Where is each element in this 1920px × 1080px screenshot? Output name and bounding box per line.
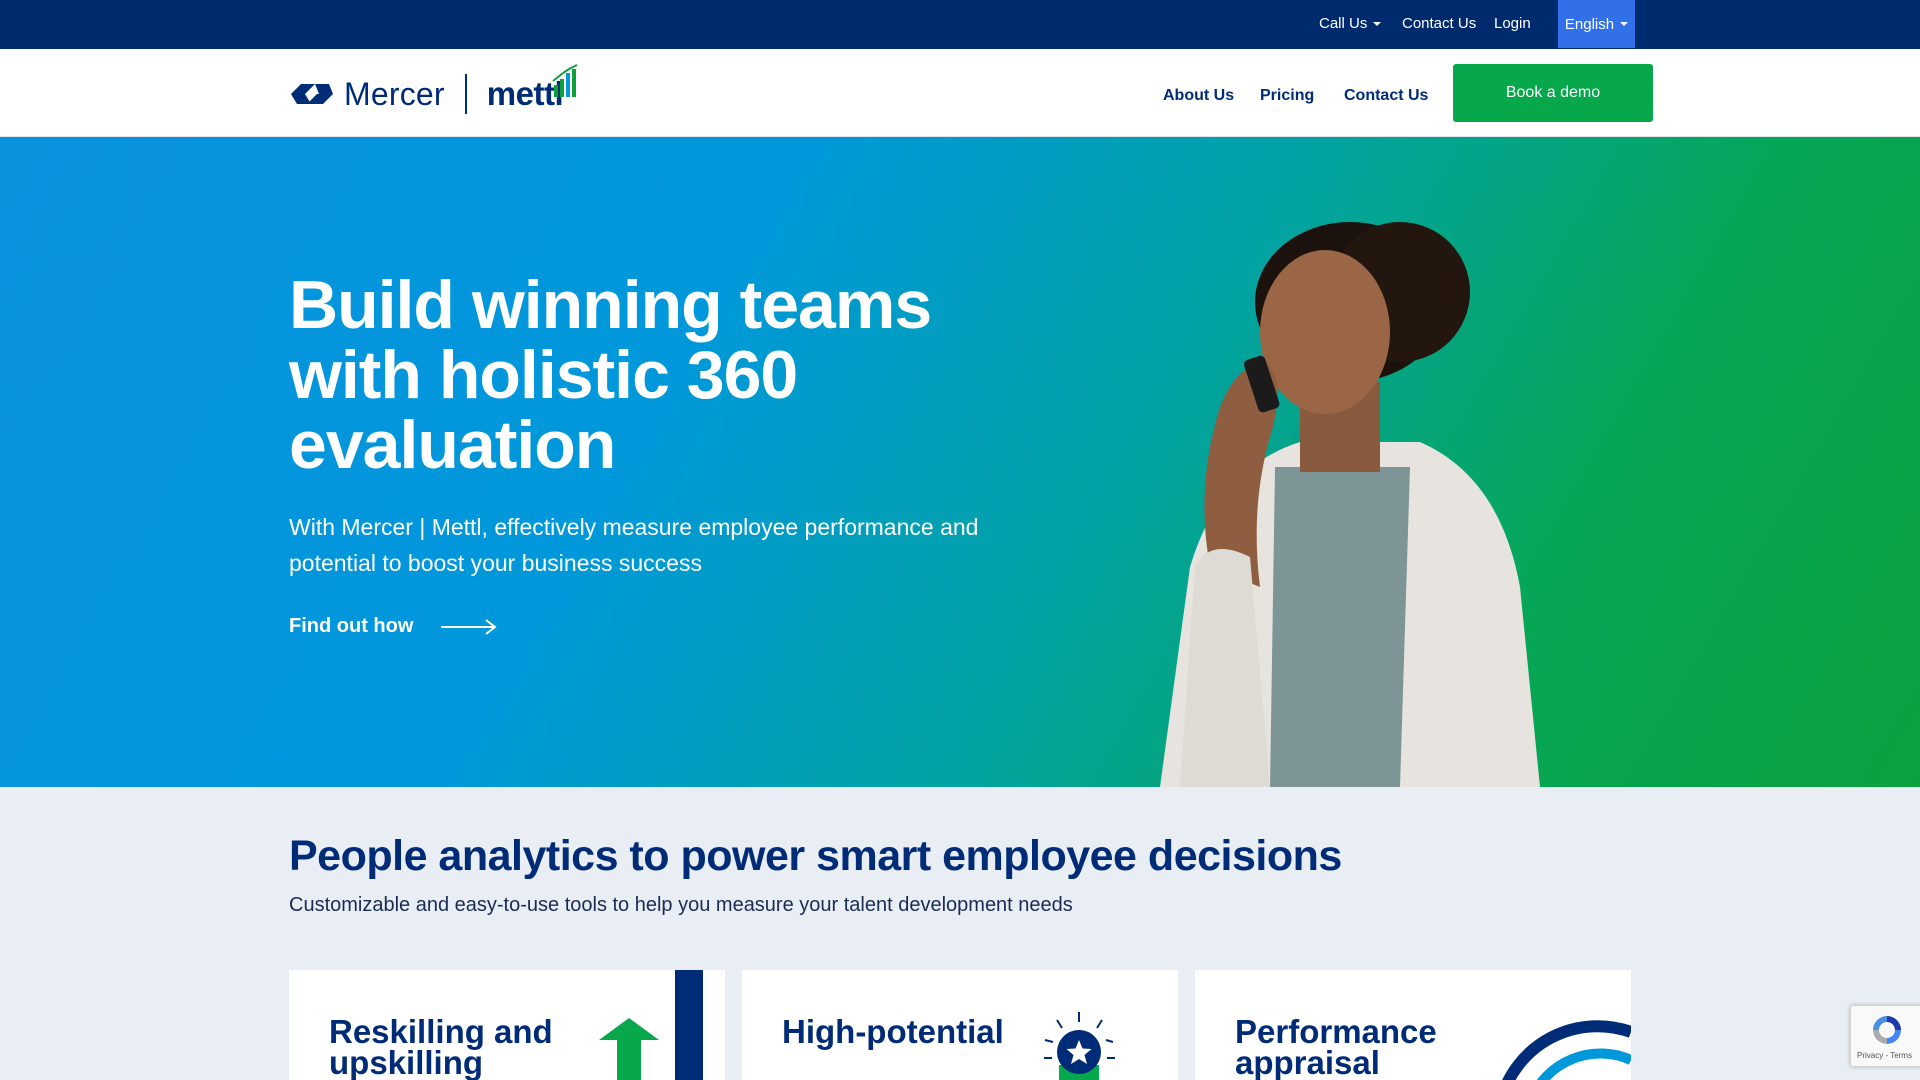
gauge-icon bbox=[1502, 1020, 1631, 1080]
utility-bar: Call Us Contact Us Login English bbox=[0, 0, 1920, 49]
people-analytics-section: People analytics to power smart employee… bbox=[0, 787, 1920, 1080]
card-title: Reskilling and upskilling bbox=[329, 1013, 553, 1080]
utility-contact-label: Contact Us bbox=[1402, 15, 1477, 32]
find-out-how-label: Find out how bbox=[289, 615, 414, 637]
card-reskilling[interactable]: Reskilling and upskilling bbox=[289, 970, 725, 1080]
mettl-bars-icon bbox=[552, 64, 578, 97]
arrow-right-icon bbox=[441, 618, 498, 635]
hero-section: Build winning teams with holistic 360 ev… bbox=[0, 137, 1920, 787]
brand-logo[interactable]: Mercer mettl bbox=[289, 73, 564, 115]
mercer-logo-icon bbox=[291, 84, 333, 104]
hero-subtitle: With Mercer | Mettl, effectively measure… bbox=[289, 514, 979, 576]
recaptcha-badge[interactable]: Privacy - Terms bbox=[1850, 1005, 1920, 1067]
caret-down-icon bbox=[1373, 21, 1382, 26]
language-selector[interactable]: English bbox=[1558, 0, 1635, 48]
section-title: People analytics to power smart employee… bbox=[289, 832, 1342, 880]
recaptcha-links[interactable]: Privacy - Terms bbox=[1857, 1051, 1912, 1060]
call-us-menu[interactable]: Call Us bbox=[1319, 15, 1382, 32]
mercer-wordmark: Mercer bbox=[344, 75, 445, 112]
brand-divider bbox=[464, 74, 467, 114]
card-high-potential[interactable]: High-potential bbox=[742, 970, 1178, 1080]
login-label: Login bbox=[1494, 15, 1531, 32]
utility-contact-link[interactable]: Contact Us bbox=[1402, 15, 1476, 32]
find-out-how-link[interactable]: Find out how bbox=[289, 615, 499, 638]
language-label: English bbox=[1564, 15, 1615, 33]
card-performance-appraisal[interactable]: Performance appraisal bbox=[1195, 970, 1631, 1080]
recaptcha-icon bbox=[1873, 1016, 1901, 1044]
call-us-label: Call Us bbox=[1319, 15, 1368, 32]
card-title: High-potential bbox=[782, 1013, 1004, 1050]
main-nav: Mercer mettl About Us Pricing Contact Us… bbox=[0, 49, 1920, 137]
nav-about-us[interactable]: About Us bbox=[1163, 87, 1234, 105]
woman-on-phone-image bbox=[1160, 222, 1540, 787]
star-badge-icon bbox=[1044, 1012, 1115, 1080]
upskilling-arrow-icon bbox=[599, 970, 703, 1080]
nav-contact-us[interactable]: Contact Us bbox=[1344, 87, 1428, 105]
caret-down-icon bbox=[1620, 22, 1629, 26]
section-subtitle: Customizable and easy-to-use tools to he… bbox=[289, 894, 1073, 916]
hero-title: Build winning teams with holistic 360 ev… bbox=[289, 267, 932, 483]
book-demo-button[interactable]: Book a demo bbox=[1453, 64, 1653, 122]
nav-pricing[interactable]: Pricing bbox=[1260, 87, 1314, 105]
login-link[interactable]: Login bbox=[1494, 15, 1531, 32]
card-title: Performance appraisal bbox=[1235, 1013, 1437, 1080]
